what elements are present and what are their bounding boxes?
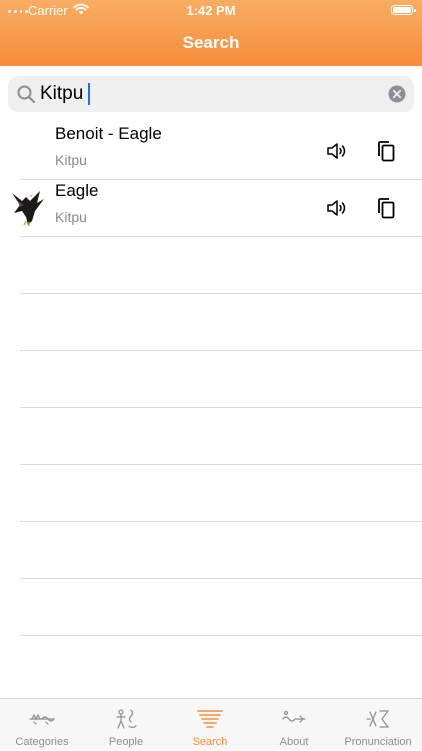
- people-icon: [116, 709, 137, 729]
- tab-label: People: [108, 736, 144, 748]
- tab-label: About: [279, 736, 309, 748]
- result-subtitle: Kitpu: [55, 152, 87, 168]
- tab-about[interactable]: About: [252, 699, 336, 751]
- search-bar: [8, 76, 414, 112]
- tab-pronunciation[interactable]: Pronunciation: [336, 699, 420, 751]
- copy-icon[interactable]: [376, 140, 396, 162]
- list-item[interactable]: Benoit - Eagle Kitpu: [0, 122, 422, 179]
- row-separator: [20, 635, 422, 636]
- tab-categories[interactable]: Categories: [0, 699, 84, 751]
- row-separator: [20, 350, 422, 351]
- speaker-icon[interactable]: [326, 197, 348, 219]
- pronunciation-icon: [366, 710, 390, 728]
- row-separator: [20, 578, 422, 579]
- tab-search[interactable]: Search: [168, 699, 252, 751]
- row-separator: [20, 464, 422, 465]
- page-title: Search: [182, 33, 240, 52]
- row-separator: [20, 293, 422, 294]
- tab-label: Pronunciation: [344, 736, 412, 748]
- search-tab-icon: [197, 710, 223, 728]
- about-icon: [282, 710, 306, 723]
- status-time: 1:42 PM: [186, 3, 236, 18]
- row-separator: [20, 521, 422, 522]
- result-subtitle: Kitpu: [55, 209, 87, 225]
- header: Carrier 1:42 PM Search: [0, 0, 422, 66]
- list-item[interactable]: Eagle Kitpu: [0, 179, 422, 236]
- result-title: Benoit - Eagle: [55, 124, 162, 143]
- text-caret: [88, 83, 90, 105]
- search-input[interactable]: [40, 80, 380, 108]
- clear-icon[interactable]: [388, 85, 406, 103]
- row-separator: [20, 236, 422, 237]
- status-bar: Carrier 1:42 PM: [0, 0, 422, 22]
- tab-people[interactable]: People: [84, 699, 168, 751]
- tab-bar: Categories People Search About Pronuncia…: [0, 698, 422, 750]
- battery-icon: [391, 5, 416, 15]
- categories-icon: [29, 713, 55, 725]
- search-icon: [17, 85, 36, 104]
- speaker-icon[interactable]: [326, 140, 348, 162]
- tab-label: Categories: [15, 736, 69, 748]
- row-separator: [20, 407, 422, 408]
- tab-label: Search: [192, 736, 228, 748]
- eagle-thumbnail: [12, 191, 44, 226]
- copy-icon[interactable]: [376, 197, 396, 219]
- result-title: Eagle: [55, 181, 99, 200]
